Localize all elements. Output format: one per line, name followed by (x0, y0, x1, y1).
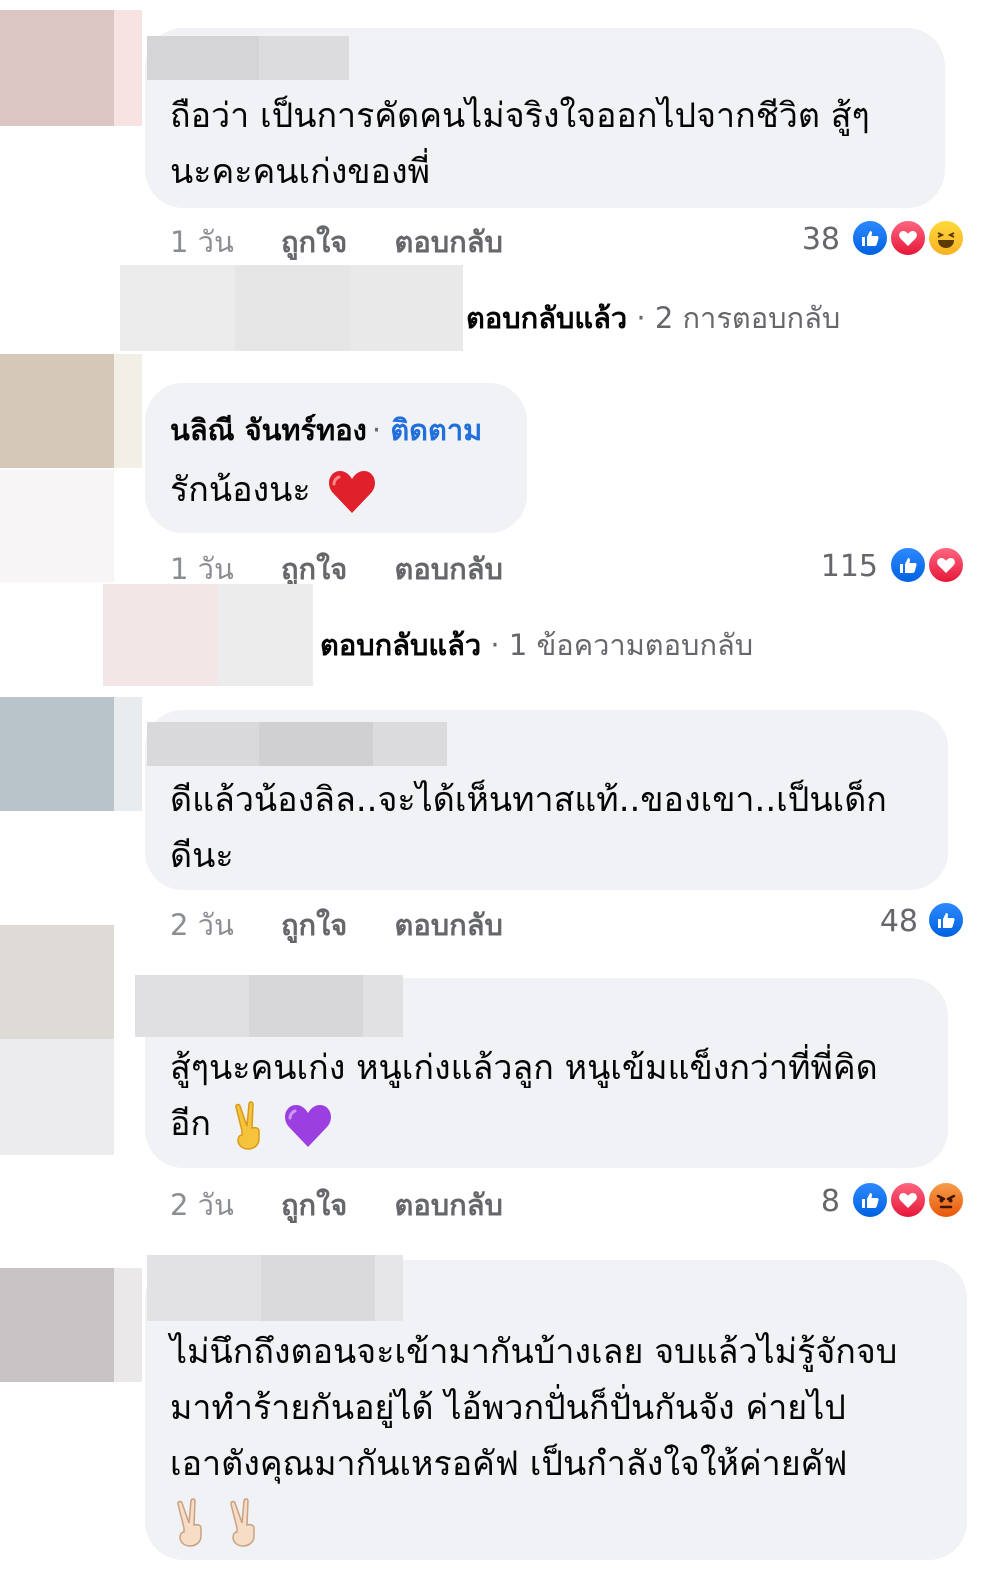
follow-button[interactable]: ติดตาม (390, 413, 482, 447)
love-icon (888, 218, 928, 258)
comment-meta: 1 วัน ถูกใจ ตอบกลับ (170, 222, 503, 262)
like-button[interactable]: ถูกใจ (281, 552, 347, 586)
reply-avatars-redacted[interactable] (120, 265, 465, 351)
comment-meta: 2 วัน ถูกใจ ตอบกลับ (170, 1185, 503, 1225)
reply-button[interactable]: ตอบกลับ (395, 908, 503, 942)
comment-time[interactable]: 1 วัน (170, 552, 234, 586)
reaction-count[interactable]: 8 (800, 1182, 840, 1222)
reaction-count[interactable]: 48 (858, 902, 918, 942)
like-icon (926, 900, 966, 940)
comment-time[interactable]: 2 วัน (170, 908, 234, 942)
like-button[interactable]: ถูกใจ (281, 908, 347, 942)
emoji-row (172, 1498, 265, 1548)
view-replies-link[interactable]: ตอบกลับแล้ว · 2 การตอบกลับ (466, 298, 840, 338)
avatar[interactable] (0, 0, 142, 127)
author-name[interactable]: นลิณี จันทร์ทอง (170, 413, 367, 447)
avatar-shadow (0, 470, 114, 582)
reply-avatars-redacted[interactable] (103, 584, 313, 686)
like-icon (850, 1180, 890, 1220)
love-icon (926, 545, 966, 585)
love-icon (888, 1180, 928, 1220)
comment-text: ดีแล้วน้องลิล..จะได้เห็นทาสแท้..ของเขา..… (170, 780, 887, 876)
angry-icon (926, 1180, 966, 1220)
comment-author-row: นลิณี จันทร์ทอง · ติดตาม (170, 413, 483, 447)
reaction-count[interactable]: 115 (810, 547, 878, 587)
reaction-count[interactable]: 38 (790, 220, 840, 260)
comment-time[interactable]: 1 วัน (170, 225, 234, 259)
like-icon (888, 545, 928, 585)
comment-text: รักน้องนะ (170, 462, 377, 518)
victory-hand-emoji (177, 1498, 202, 1547)
like-button[interactable]: ถูกใจ (281, 225, 347, 259)
author-name-redacted[interactable] (147, 36, 349, 80)
author-name-redacted[interactable] (147, 1255, 403, 1321)
view-replies-link[interactable]: ตอบกลับแล้ว · 1 ข้อความตอบกลับ (320, 625, 753, 665)
victory-hand-emoji (230, 1498, 255, 1547)
like-icon (850, 218, 890, 258)
purple-heart-emoji (284, 1104, 331, 1147)
victory-hand-emoji (235, 1100, 260, 1150)
comment-text: ไม่นึกถึงตอนจะเข้ามากันบ้างเลย จบแล้วไม่… (170, 1332, 898, 1484)
comment-meta: 2 วัน ถูกใจ ตอบกลับ (170, 905, 503, 945)
red-heart-emoji (329, 470, 376, 513)
reply-button[interactable]: ตอบกลับ (395, 552, 503, 586)
reply-button[interactable]: ตอบกลับ (395, 1188, 503, 1222)
comment-meta: 1 วัน ถูกใจ ตอบกลับ (170, 549, 503, 589)
author-name-redacted[interactable] (147, 722, 447, 766)
comment-time[interactable]: 2 วัน (170, 1188, 234, 1222)
comment-text: ถือว่า เป็นการคัดคนไม่จริงใจออกไปจากชีวิ… (170, 96, 870, 192)
avatar[interactable] (0, 354, 142, 470)
avatar[interactable] (0, 697, 142, 812)
reply-button[interactable]: ตอบกลับ (395, 225, 503, 259)
haha-icon (926, 218, 966, 258)
like-button[interactable]: ถูกใจ (281, 1188, 347, 1222)
author-name-redacted[interactable] (135, 975, 403, 1037)
comment-text: สู้ๆนะคนเก่ง หนูเก่งแล้วลูก หนูเข้มแข็งก… (170, 1040, 878, 1152)
avatar[interactable] (0, 1268, 142, 1384)
avatar[interactable] (0, 925, 142, 1155)
